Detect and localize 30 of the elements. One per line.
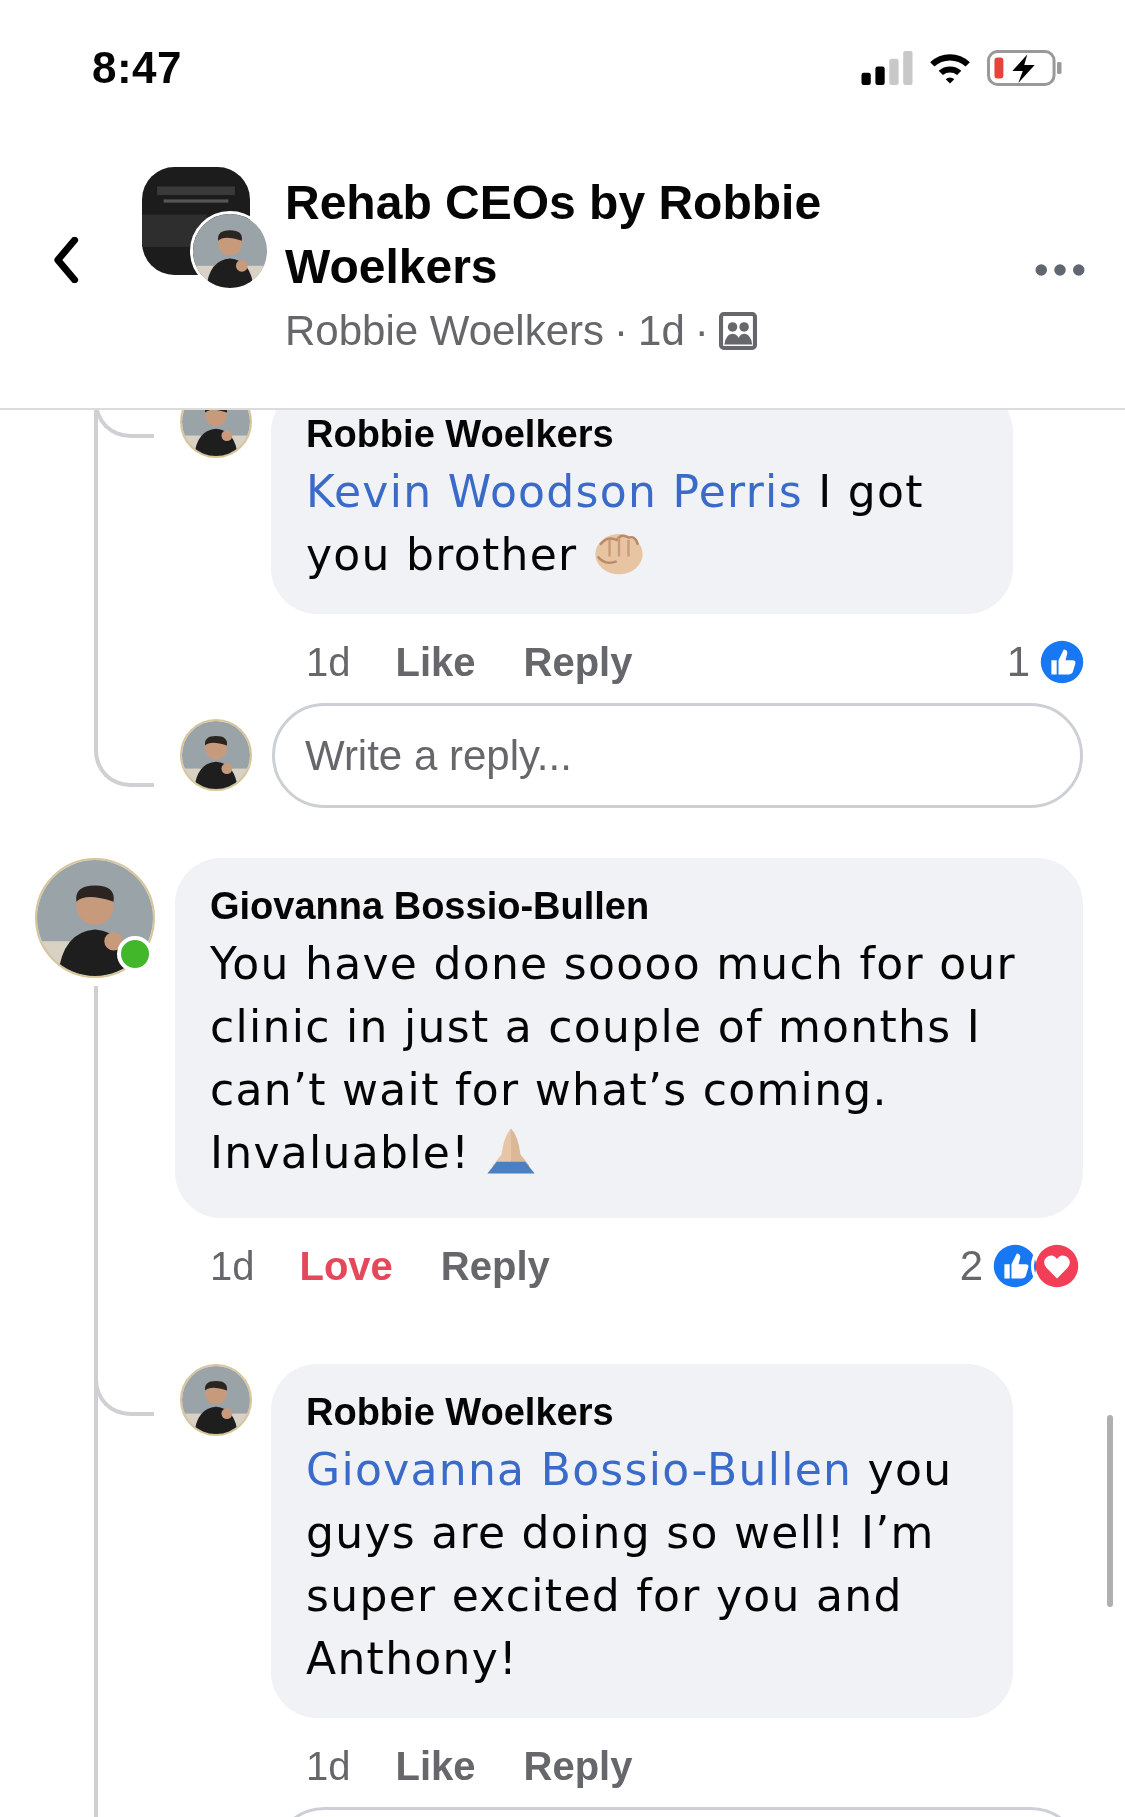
reaction-count[interactable]: 2 (959, 1242, 983, 1290)
separator: · (614, 307, 629, 355)
comment-author[interactable]: Robbie Woelkers (306, 410, 977, 460)
mention-link[interactable]: Kevin Woodson Perris (306, 466, 803, 517)
group-title: Rehab CEOs by Robbie Woelkers (285, 175, 823, 295)
action-link[interactable]: Like (395, 639, 476, 685)
reply-field[interactable]: Write a reply... (272, 703, 1083, 808)
group-privacy-icon (718, 312, 757, 350)
comment-author[interactable]: Robbie Woelkers (306, 1386, 977, 1438)
comment-time: 1d (306, 639, 351, 685)
signal-icon (861, 50, 913, 85)
comment-text: Giovanna Bossio-Bullen you guys are doing so well! I’m super excited for you and Anthony! (306, 1443, 954, 1686)
separator: · (694, 307, 709, 355)
action-link[interactable]: Reply (523, 1743, 633, 1789)
post-age: 1d (638, 307, 685, 355)
action-link[interactable]: Reply (440, 1243, 550, 1289)
more-icon[interactable] (1035, 263, 1085, 277)
action-link[interactable]: Reply (523, 639, 633, 685)
status-time: 8:47 (92, 42, 183, 93)
comment-author[interactable]: Giovanna Bossio-Bullen (210, 880, 1047, 932)
comment-time: 1d (306, 1743, 351, 1789)
comment-text: You have done soooo much for our clinic in just a couple of months I can’t wait for what’s coming. Invaluable! (210, 937, 1017, 1180)
mention-link[interactable]: Giovanna Bossio-Bullen (306, 1444, 853, 1495)
battery-icon (987, 49, 1063, 86)
comment-text: Kevin Woodson Perris I got you brother (306, 465, 925, 582)
action-link[interactable]: Like (395, 1743, 476, 1789)
post-author[interactable]: Robbie Woelkers (285, 307, 605, 355)
reaction-count[interactable]: 1 (1006, 638, 1030, 686)
comment-time: 1d (210, 1243, 255, 1289)
action-link[interactable]: Love (299, 1243, 393, 1289)
